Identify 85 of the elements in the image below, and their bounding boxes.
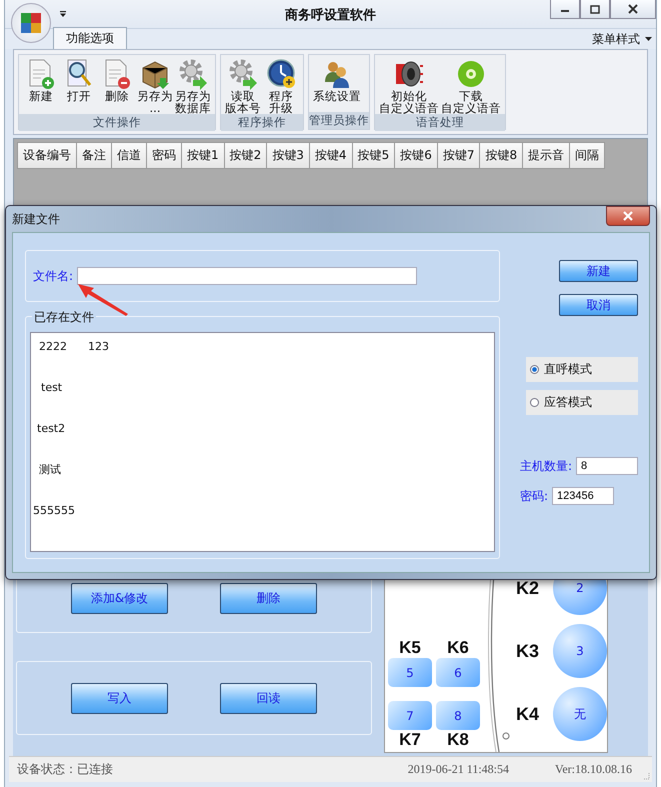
- key-label: K8: [446, 730, 470, 750]
- group-label: 管理员操作: [309, 112, 369, 129]
- column-header[interactable]: 按键1: [182, 142, 225, 169]
- dropdown-icon[interactable]: [59, 10, 67, 18]
- ribbon-button[interactable]: 初始化 自定义语音: [379, 58, 439, 114]
- gear-arrow-icon: [228, 58, 258, 90]
- group-label: 文件操作: [19, 114, 215, 131]
- version-text: Ver:18.10.08.16: [555, 762, 632, 777]
- disc-icon: [456, 58, 486, 90]
- maximize-icon: [590, 4, 600, 14]
- file-list-item[interactable]: 555555: [33, 503, 494, 519]
- field-label: 密码:: [520, 488, 548, 504]
- menu-style-dropdown[interactable]: 菜单样式: [592, 31, 652, 48]
- filename-field[interactable]: [77, 267, 418, 285]
- dialog-title: 新建文件: [12, 210, 60, 228]
- action-button[interactable]: 写入: [71, 682, 168, 714]
- file-list-item[interactable]: test: [41, 380, 494, 396]
- group-label: 程序操作: [221, 114, 303, 131]
- key-label: K3: [516, 640, 539, 662]
- mode-radio[interactable]: 应答模式: [526, 390, 638, 415]
- column-header[interactable]: 按键2: [224, 142, 268, 169]
- round-key-button[interactable]: 3: [553, 624, 607, 678]
- column-header[interactable]: 信道: [112, 142, 147, 169]
- ribbon-tab[interactable]: 功能选项: [53, 27, 127, 49]
- minimize-button[interactable]: [550, 0, 580, 19]
- key-label: K5: [398, 638, 422, 658]
- ribbon-button[interactable]: 另存为 数据库: [175, 58, 211, 114]
- column-header[interactable]: 按键6: [395, 142, 438, 169]
- field-label: 主机数量:: [520, 458, 572, 474]
- close-button[interactable]: [610, 0, 656, 19]
- file-list-item[interactable]: 测试: [39, 462, 494, 478]
- column-header[interactable]: 设备编号: [17, 142, 77, 169]
- group-label: 语音处理: [375, 114, 505, 131]
- ribbon-button[interactable]: 删除: [99, 58, 135, 114]
- small-circle-icon: [502, 732, 510, 740]
- file-list-item[interactable]: test2: [37, 421, 494, 437]
- column-header[interactable]: 按键4: [310, 142, 353, 169]
- device-status: 设备状态：已连接: [17, 761, 113, 778]
- file-list-item[interactable]: 2222 123: [39, 339, 494, 355]
- gear-arrow-icon: [178, 58, 208, 90]
- key-label: K4: [516, 704, 539, 724]
- app-menu-button[interactable]: [11, 3, 51, 43]
- ribbon-button[interactable]: 新建: [23, 58, 59, 114]
- group-title: 已存在文件: [32, 309, 96, 326]
- ribbon-button[interactable]: 另存为 ...: [137, 58, 173, 114]
- mode-radio[interactable]: 直呼模式: [526, 357, 638, 382]
- action-button[interactable]: 删除: [220, 583, 317, 614]
- key-button[interactable]: 7: [388, 701, 432, 730]
- close-button[interactable]: [606, 206, 650, 226]
- column-header[interactable]: 间隔: [570, 142, 606, 169]
- window-title: 商务呼设置软件: [285, 6, 376, 24]
- key-label: K2: [516, 578, 539, 598]
- dialog-button[interactable]: 取消: [559, 294, 638, 316]
- close-icon: [628, 4, 638, 14]
- key-label: K7: [398, 730, 422, 750]
- action-button[interactable]: 回读: [220, 682, 317, 714]
- dialog-button[interactable]: 新建: [559, 260, 638, 282]
- column-header[interactable]: 按键5: [352, 142, 396, 169]
- maximize-button[interactable]: [580, 0, 610, 19]
- text-field[interactable]: 8: [576, 457, 638, 475]
- key-label: K6: [446, 638, 470, 658]
- field-label: 文件名:: [33, 268, 74, 284]
- column-header[interactable]: 按键3: [267, 142, 310, 169]
- cubes-icon: [18, 10, 44, 36]
- column-header[interactable]: 按键7: [438, 142, 480, 169]
- key-button[interactable]: 6: [436, 658, 480, 687]
- ribbon-button[interactable]: 程序 升级: [263, 58, 299, 114]
- key-button[interactable]: 8: [436, 701, 480, 730]
- ribbon-button[interactable]: 下载 自定义语音: [441, 58, 501, 114]
- status-time: 2019-06-21 11:48:54: [408, 762, 509, 777]
- resize-grip-icon[interactable]: [642, 772, 650, 780]
- key-button[interactable]: 5: [388, 658, 432, 687]
- column-header[interactable]: 密码: [147, 142, 182, 169]
- close-icon: [623, 211, 633, 221]
- ribbon-button[interactable]: 打开: [61, 58, 97, 114]
- text-field[interactable]: 123456: [552, 487, 614, 505]
- action-button[interactable]: 添加&修改: [71, 583, 168, 614]
- clock-icon: [266, 58, 296, 90]
- column-header[interactable]: 提示音: [523, 142, 570, 169]
- ribbon-button[interactable]: 读取 版本号: [225, 58, 261, 114]
- round-key-button[interactable]: 无: [553, 687, 607, 741]
- caret-icon: [645, 37, 652, 42]
- ribbon-button[interactable]: 系统设置: [313, 58, 361, 112]
- column-header[interactable]: 按键8: [480, 142, 524, 169]
- column-header[interactable]: 备注: [77, 142, 112, 169]
